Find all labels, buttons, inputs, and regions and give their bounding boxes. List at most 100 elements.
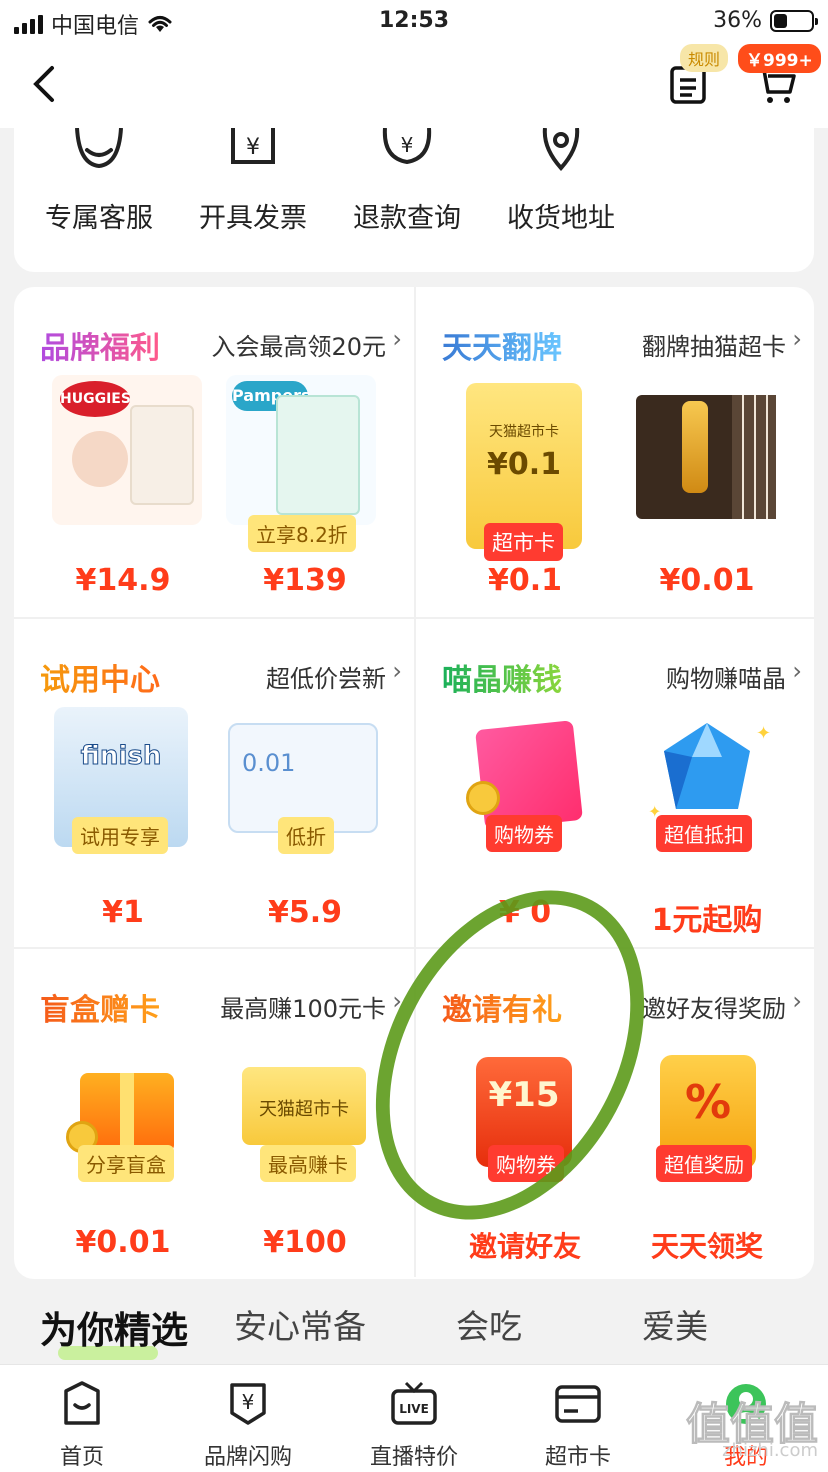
- promo-subtitle: 超低价尝新: [266, 665, 386, 693]
- service-label: 专属客服: [45, 203, 153, 234]
- price: ¥5.9: [267, 895, 343, 930]
- nav-card[interactable]: 超市卡: [518, 1381, 638, 1471]
- huggies-product-image[interactable]: HUGGIES: [52, 375, 202, 525]
- tab-food[interactable]: 会吃: [456, 1300, 522, 1348]
- promo-trial-center[interactable]: 试用中心 超低价尝新 › finish 试用专享 ¥1 0.01 低折 ¥5.9: [14, 617, 414, 947]
- promo-daily-flip[interactable]: 天天翻牌 翻牌抽猫超卡 › 天猫超市卡 ¥0.1 超市卡 ¥0.1 ¥0.01: [414, 287, 814, 617]
- watermark-url: zhizhi.com: [722, 1440, 818, 1461]
- rules-badge[interactable]: 规则: [680, 44, 729, 72]
- promo-title: 试用中心: [40, 655, 160, 699]
- crystal-icon: ✦ ✦: [648, 723, 771, 821]
- tab-essentials[interactable]: 安心常备: [234, 1300, 366, 1348]
- battery-icon: [770, 9, 818, 32]
- chevron-right-icon: ›: [792, 657, 802, 685]
- earn-card-tag: 最高赚卡: [260, 1145, 356, 1182]
- service-customer[interactable]: 专属客服: [24, 127, 174, 235]
- daily-reward-label: 天天领奖: [650, 1230, 763, 1263]
- percent-icon: %: [684, 1075, 732, 1129]
- share-tag: 分享盲盒: [78, 1145, 174, 1182]
- promo-subtitle: 最高赚100元卡: [220, 995, 386, 1023]
- battery-percent: 36%: [713, 8, 762, 33]
- svg-text:¥: ¥: [246, 135, 260, 160]
- reward-tag: 超值奖励: [656, 1145, 752, 1182]
- nav-live[interactable]: LIVE 直播特价: [354, 1381, 474, 1471]
- crystal-image[interactable]: ✦ ✦: [642, 717, 772, 827]
- price: ¥0.01: [75, 1225, 171, 1260]
- promo-subtitle: 购物赚喵晶: [666, 665, 786, 693]
- promo-brand-welfare[interactable]: 品牌福利 入会最高领20元 › HUGGIES ¥14.9 Pampers 立享…: [14, 287, 414, 617]
- brand-flash-icon: ¥: [230, 1383, 266, 1425]
- skincare-product-image[interactable]: [636, 395, 776, 519]
- location-pin-icon: [542, 127, 580, 171]
- discount-tag: 立享8.2折: [248, 515, 356, 552]
- price: ¥14.9: [75, 563, 171, 598]
- price: ¥0.01: [659, 563, 755, 598]
- card-icon: [555, 1385, 601, 1423]
- service-card: 专属客服 ¥ 开具发票 ¥ 退款查询 收货地址: [14, 127, 814, 272]
- nav-home[interactable]: 首页: [22, 1381, 142, 1471]
- svg-text:¥: ¥: [242, 1390, 255, 1414]
- service-refund[interactable]: ¥ 退款查询: [332, 127, 482, 235]
- promo-subtitle: 翻牌抽猫超卡: [642, 333, 786, 361]
- svg-text:✦: ✦: [756, 723, 771, 744]
- card-title: 天猫超市卡: [259, 1099, 349, 1120]
- promo-title: 邀请有礼: [442, 985, 562, 1029]
- deduction-tag: 超值抵扣: [656, 815, 752, 852]
- service-label: 开具发票: [199, 203, 307, 234]
- status-bar: 中国电信 12:53 36%: [0, 0, 828, 44]
- chevron-right-icon: ›: [392, 987, 402, 1015]
- gift-box-image[interactable]: [62, 1047, 190, 1161]
- nav-label: 首页: [59, 1445, 104, 1470]
- promo-subtitle: 入会最高领20元: [211, 333, 386, 361]
- price: ¥0.1: [487, 563, 563, 598]
- price: ¥ 0: [498, 895, 552, 930]
- lucky-box-image[interactable]: [466, 715, 590, 830]
- card-value: ¥0.1: [486, 447, 562, 482]
- chevron-right-icon: ›: [392, 325, 402, 353]
- tab-beauty[interactable]: 爱美: [642, 1300, 708, 1348]
- nav-label: 直播特价: [369, 1445, 458, 1470]
- live-tv-icon: LIVE: [391, 1381, 437, 1425]
- promo-title: 品牌福利: [40, 323, 160, 367]
- clock: 12:53: [378, 8, 450, 33]
- service-address[interactable]: 收货地址: [486, 127, 636, 235]
- status-right: 36%: [713, 8, 818, 33]
- promo-invite-gift[interactable]: 邀请有礼 邀好友得奖励 › ¥15 购物券 邀请好友 % 超值奖励 天天领奖: [414, 947, 814, 1277]
- coupon-tag: 购物券: [488, 1145, 564, 1182]
- promo-grid: 品牌福利 入会最高领20元 › HUGGIES ¥14.9 Pampers 立享…: [14, 287, 814, 1279]
- trial-tag: 试用专享: [72, 817, 168, 854]
- svg-text:¥: ¥: [401, 133, 414, 157]
- promo-title: 喵晶赚钱: [442, 655, 562, 699]
- chevron-right-icon: ›: [392, 657, 402, 685]
- chevron-left-icon: [33, 66, 54, 102]
- supermarket-card-image[interactable]: 天猫超市卡: [242, 1067, 366, 1145]
- customer-service-icon: [75, 127, 123, 169]
- nav-label: 超市卡: [544, 1445, 611, 1470]
- price: ¥1: [102, 895, 144, 930]
- promo-subtitle: 邀好友得奖励: [642, 995, 786, 1023]
- service-label: 退款查询: [353, 203, 461, 234]
- cart-amount-badge: ￥999+: [738, 44, 821, 73]
- live-label: LIVE: [399, 1402, 429, 1416]
- service-label: 收货地址: [507, 203, 615, 234]
- discount-tag: 低折: [278, 817, 334, 854]
- price: ¥139: [263, 563, 347, 598]
- nav-brand-flash[interactable]: ¥ 品牌闪购: [188, 1381, 308, 1471]
- invite-label: 邀请好友: [468, 1230, 581, 1263]
- card-title: 天猫超市卡: [489, 424, 559, 440]
- nav-bar: 规则 ￥999+: [0, 44, 828, 128]
- back-button[interactable]: [30, 64, 58, 114]
- promo-title: 盲盒赠卡: [40, 985, 160, 1029]
- pampers-product-image[interactable]: Pampers: [226, 375, 376, 525]
- promo-blind-box[interactable]: 盲盒赠卡 最高赚100元卡 › 分享盲盒 ¥0.01 天猫超市卡 最高赚卡 ¥1…: [14, 947, 414, 1277]
- card-tag: 超市卡: [484, 523, 563, 561]
- price: 1元起购: [651, 903, 763, 938]
- brand-logo: HUGGIES: [60, 381, 131, 417]
- coupon-value: ¥15: [488, 1075, 560, 1115]
- tab-recommended[interactable]: 为你精选: [40, 1300, 188, 1354]
- brand-logo: finish: [80, 741, 162, 772]
- invoice-icon: ¥: [231, 128, 275, 164]
- promo-crystal-earn[interactable]: 喵晶赚钱 购物赚喵晶 › 购物券 ¥ 0 ✦ ✦ 超值抵扣 1元起购: [414, 617, 814, 947]
- service-invoice[interactable]: ¥ 开具发票: [178, 128, 328, 235]
- promo-title: 天天翻牌: [442, 323, 562, 367]
